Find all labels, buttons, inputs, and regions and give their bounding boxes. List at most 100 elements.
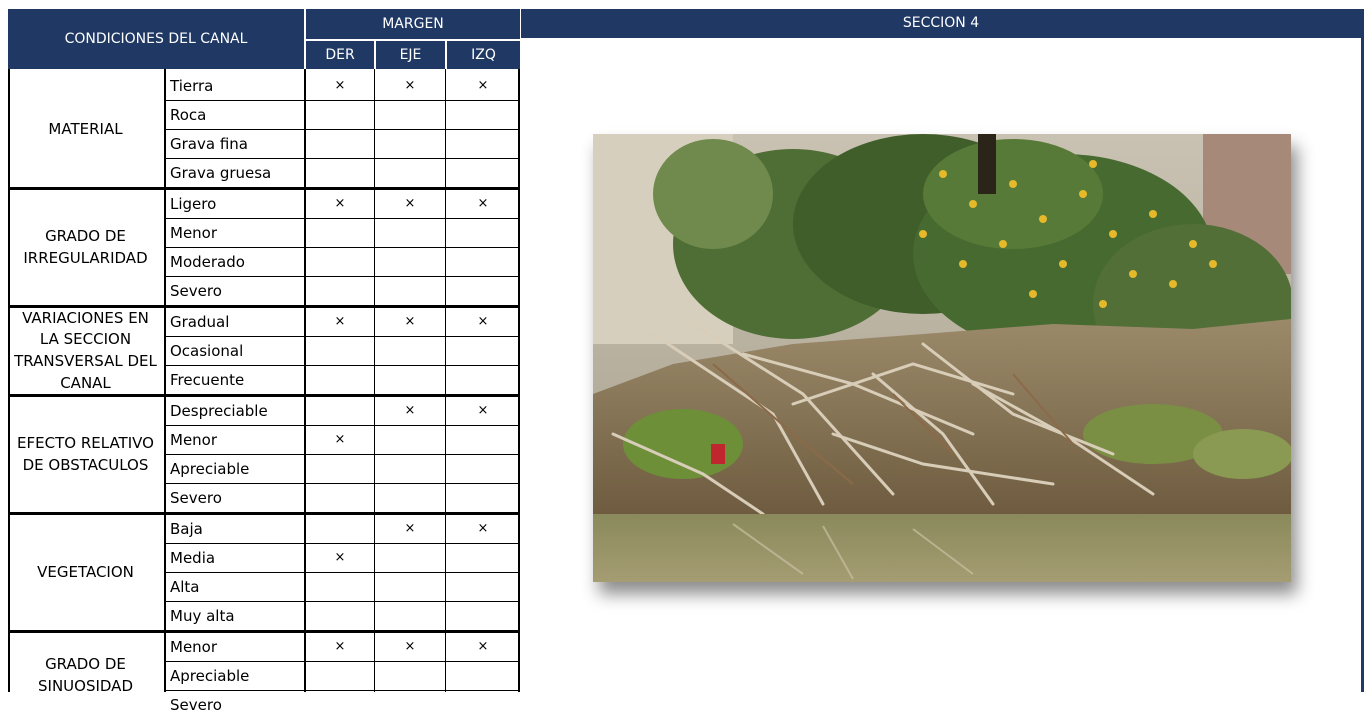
channel-photo (593, 134, 1291, 582)
margin-mark-der (307, 484, 373, 512)
margin-mark-izq (450, 337, 516, 365)
margin-mark-izq: × (477, 403, 489, 418)
margin-mark-izq (450, 662, 516, 690)
column-divider (164, 69, 166, 692)
item-label: Alta (170, 578, 200, 596)
column-divider (304, 69, 306, 692)
margin-mark-eje (377, 159, 443, 187)
item-label: Menor (170, 224, 218, 242)
margin-mark-der: × (334, 432, 346, 447)
margin-mark-der (307, 455, 373, 483)
margin-mark-eje (377, 219, 443, 247)
margin-mark-eje (377, 337, 443, 365)
margin-mark-izq (450, 277, 516, 305)
margin-mark-eje (377, 101, 443, 129)
group-label-line: MATERIAL (48, 119, 123, 138)
group-label: VEGETACION (8, 515, 163, 630)
margin-mark-izq (450, 426, 516, 454)
item-label: Grava fina (170, 135, 248, 153)
margin-mark-izq: × (477, 521, 489, 536)
column-divider (445, 69, 446, 692)
margin-mark-izq (450, 691, 516, 719)
section-title: SECCION 4 (521, 9, 1361, 38)
column-divider (374, 69, 375, 692)
column-header-der: DER (306, 41, 374, 69)
column-divider (518, 69, 520, 692)
item-label: Media (170, 549, 216, 567)
item-label: Tierra (170, 77, 214, 95)
item-label: Ocasional (170, 342, 244, 360)
column-header-izq: IZQ (447, 41, 520, 69)
margin-mark-der: × (334, 550, 346, 565)
margin-mark-izq (450, 573, 516, 601)
margin-mark-eje: × (404, 403, 416, 418)
item-label: Gradual (170, 313, 230, 331)
margin-mark-izq (450, 130, 516, 158)
group-label: GRADO DE IRREGULARIDAD (8, 190, 163, 305)
margin-mark-izq (450, 366, 516, 394)
column-divider (8, 69, 10, 692)
margin-mark-izq: × (477, 314, 489, 329)
margin-mark-eje (377, 426, 443, 454)
panel-border (1361, 9, 1364, 692)
margin-mark-der (307, 515, 373, 543)
group-label-line: EFECTO RELATIVO (17, 433, 154, 452)
item-label: Muy alta (170, 607, 235, 625)
margin-mark-der (307, 277, 373, 305)
conditions-header: CONDICIONES DEL CANAL (8, 9, 304, 69)
group-label-line: SINUOSIDAD (38, 677, 133, 695)
margin-mark-eje (377, 544, 443, 572)
margin-mark-eje: × (404, 314, 416, 329)
item-label: Severo (170, 282, 222, 300)
margin-mark-eje (377, 277, 443, 305)
column-header-eje: EJE (376, 41, 445, 69)
item-label: Menor (170, 431, 218, 449)
margin-header: MARGEN (306, 9, 520, 39)
margin-mark-izq (450, 455, 516, 483)
item-label: Baja (170, 520, 203, 538)
margin-mark-eje (377, 573, 443, 601)
item-label: Roca (170, 106, 207, 124)
margin-mark-der (307, 101, 373, 129)
margin-mark-eje: × (404, 78, 416, 93)
group-label-line: CANAL (60, 373, 111, 392)
group-label-line: GRADO DE (45, 226, 126, 245)
margin-mark-eje (377, 602, 443, 630)
margin-mark-izq (450, 159, 516, 187)
margin-mark-der: × (334, 639, 346, 654)
group-label: VARIACIONES EN LA SECCION TRANSVERSAL DEL C… (8, 308, 163, 394)
item-label: Moderado (170, 253, 245, 271)
margin-mark-der (307, 248, 373, 276)
item-label: Ligero (170, 195, 217, 213)
margin-mark-eje: × (404, 196, 416, 211)
group-label: MATERIAL (8, 72, 163, 187)
margin-mark-der (307, 662, 373, 690)
margin-mark-izq: × (477, 78, 489, 93)
margin-mark-der: × (334, 196, 346, 211)
margin-mark-izq: × (477, 196, 489, 211)
margin-mark-der: × (334, 314, 346, 329)
margin-mark-der: × (334, 78, 346, 93)
group-label-line: GRADO DE (45, 655, 126, 674)
group-label-line: DE OBSTACULOS (22, 455, 149, 474)
group-label-line: VARIACIONES EN (22, 308, 149, 327)
margin-mark-izq (450, 101, 516, 129)
group-label-line: LA SECCION (39, 330, 132, 349)
group-label-line: IRREGULARIDAD (23, 248, 148, 267)
margin-mark-izq (450, 484, 516, 512)
margin-mark-eje: × (404, 639, 416, 654)
margin-mark-der (307, 691, 373, 719)
margin-mark-der (307, 602, 373, 630)
margin-mark-eje (377, 455, 443, 483)
margin-mark-eje (377, 366, 443, 394)
margin-mark-der (307, 159, 373, 187)
margin-mark-der (307, 130, 373, 158)
item-label: Apreciable (170, 460, 250, 478)
margin-mark-izq (450, 248, 516, 276)
group-label-line: TRANSVERSAL DEL (14, 352, 157, 370)
margin-mark-der (307, 219, 373, 247)
margin-mark-der (307, 366, 373, 394)
margin-mark-izq (450, 544, 516, 572)
margin-mark-izq: × (477, 639, 489, 654)
margin-mark-eje (377, 248, 443, 276)
